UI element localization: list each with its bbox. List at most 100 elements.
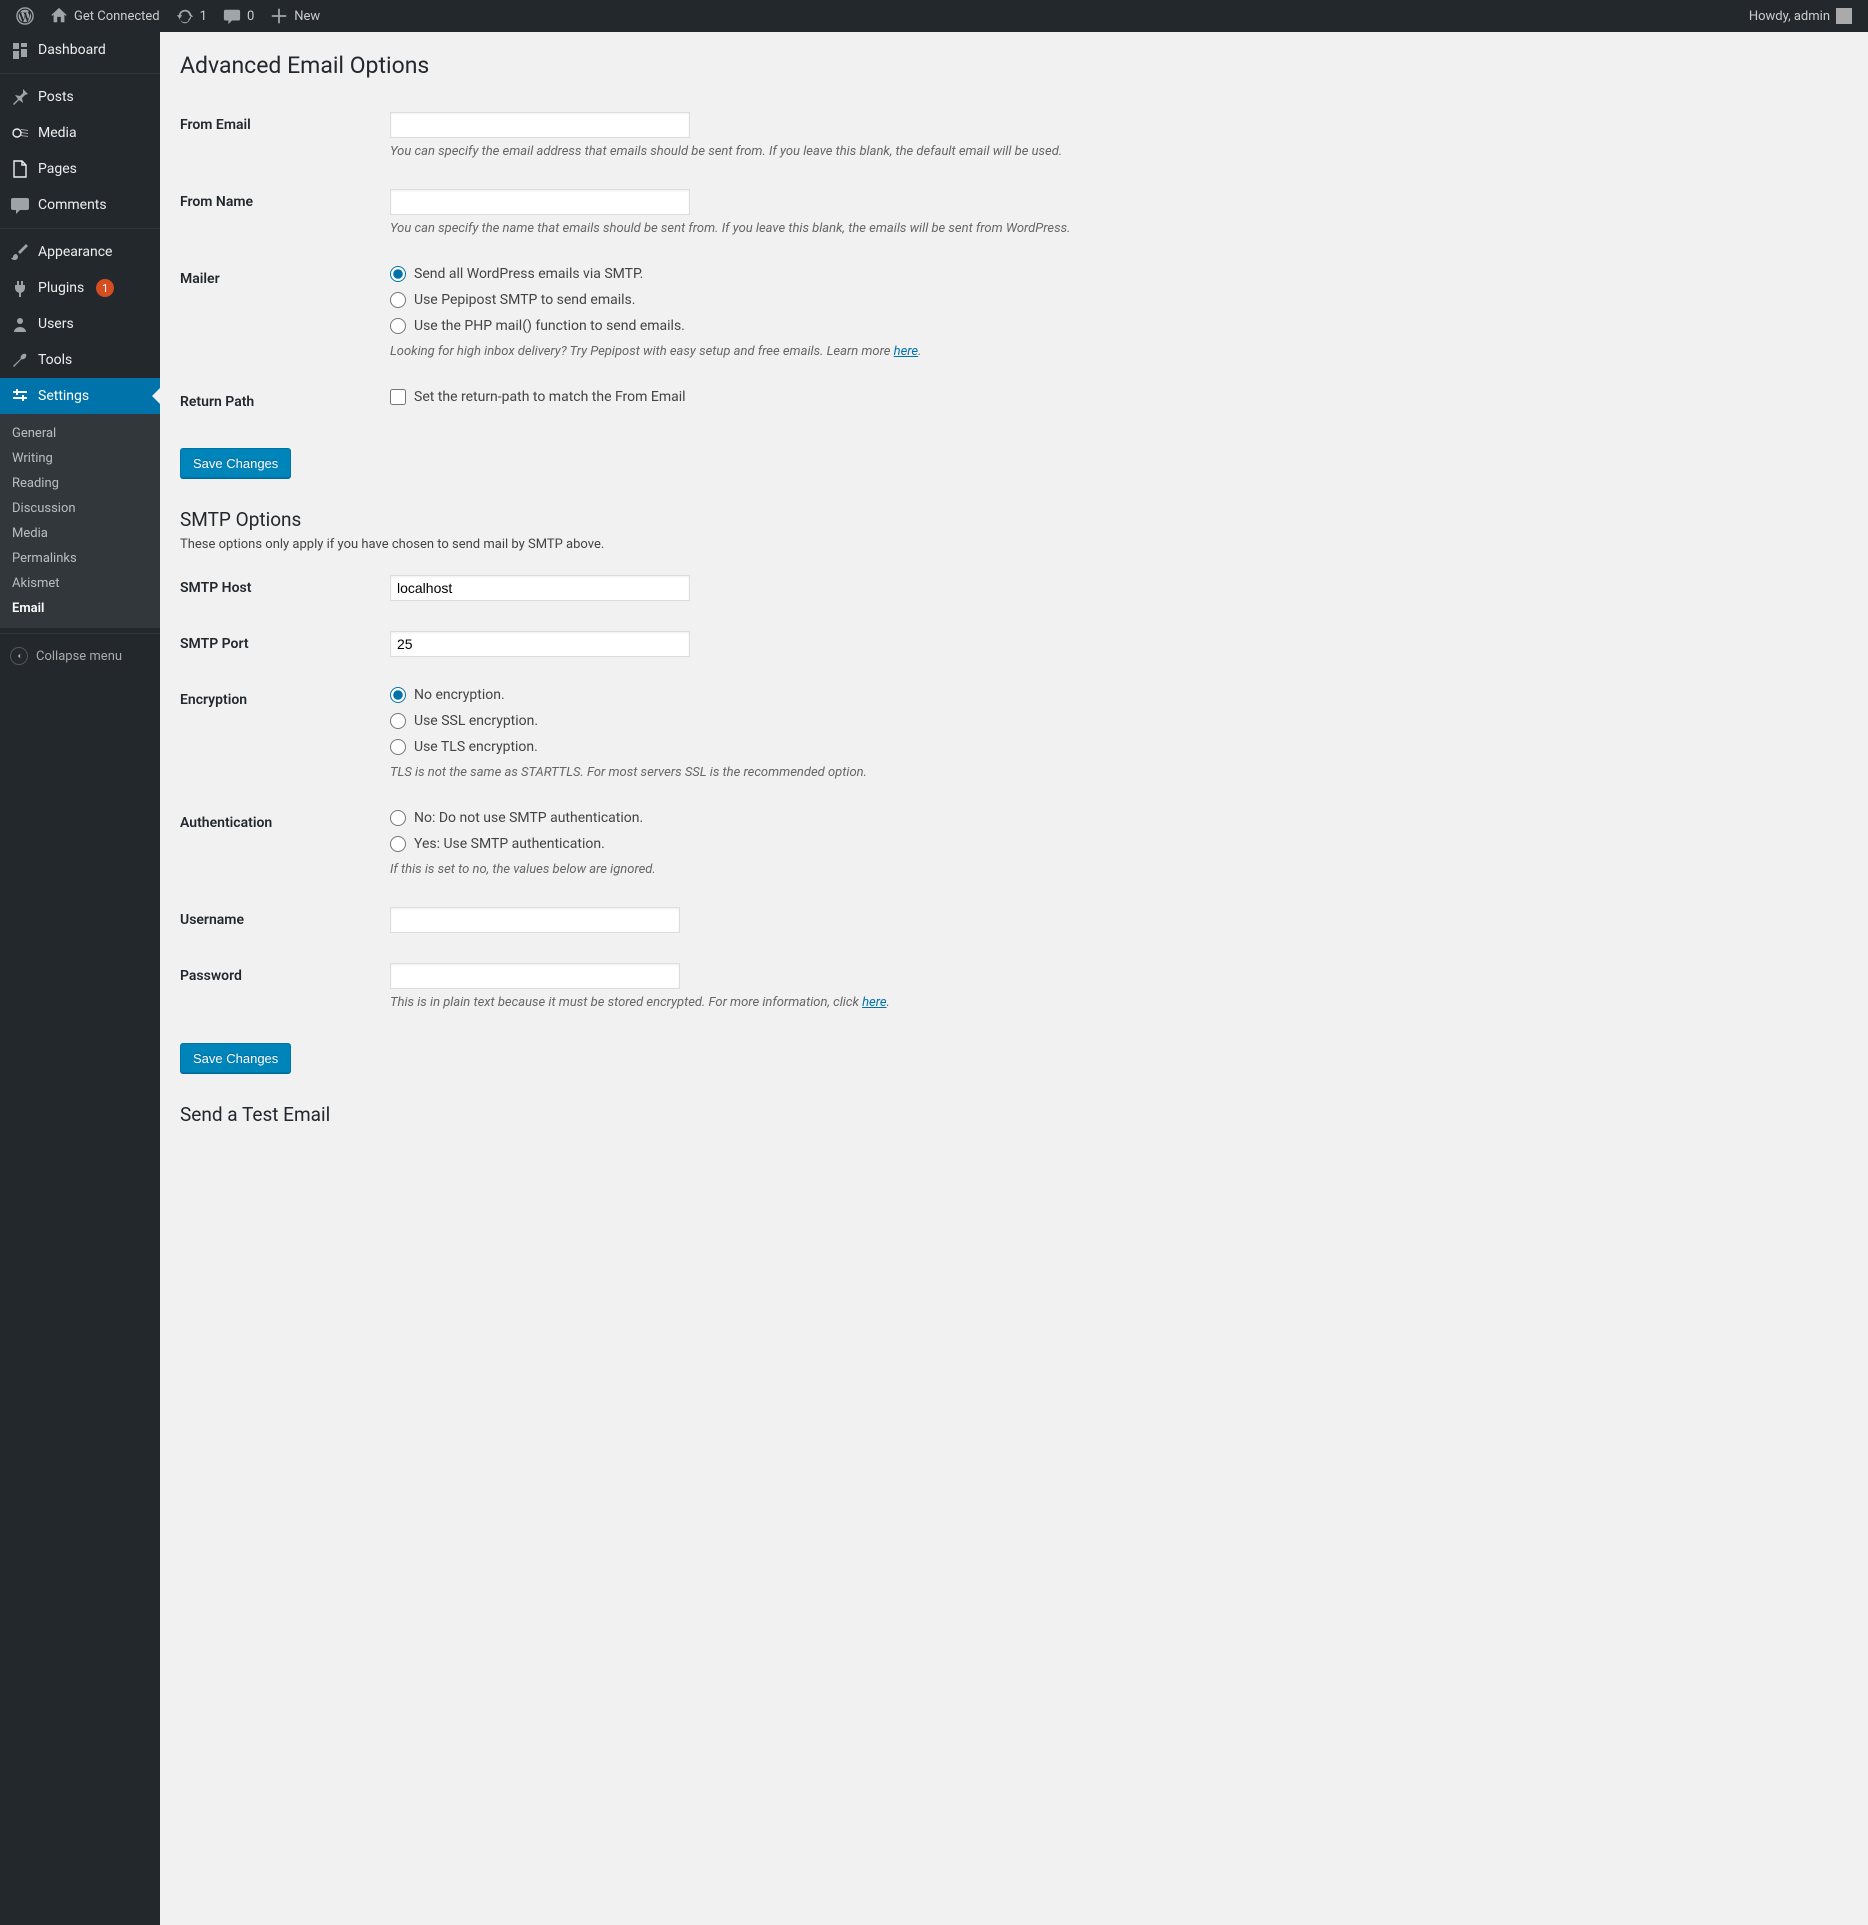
menu-label: Dashboard bbox=[38, 42, 106, 58]
encryption-ssl-radio[interactable] bbox=[390, 713, 406, 729]
menu-settings[interactable]: Settings bbox=[0, 378, 160, 414]
site-name-text: Get Connected bbox=[74, 9, 160, 24]
radio-label: No: Do not use SMTP authentication. bbox=[414, 810, 643, 826]
wp-logo[interactable] bbox=[8, 0, 42, 32]
menu-posts[interactable]: Posts bbox=[0, 79, 160, 115]
submenu-reading[interactable]: Reading bbox=[0, 471, 160, 496]
encryption-ssl-option[interactable]: Use SSL encryption. bbox=[390, 713, 1838, 729]
menu-media[interactable]: Media bbox=[0, 115, 160, 151]
update-badge: 1 bbox=[96, 279, 114, 297]
mailer-phpmail-option[interactable]: Use the PHP mail() function to send emai… bbox=[390, 318, 1838, 334]
radio-label: Use SSL encryption. bbox=[414, 713, 538, 729]
howdy-text: Howdy, admin bbox=[1749, 9, 1830, 24]
username-input[interactable] bbox=[390, 907, 680, 933]
content-area: Advanced Email Options From Email You ca… bbox=[160, 32, 1868, 1925]
brush-icon bbox=[10, 242, 30, 262]
password-desc: This is in plain text because it must be… bbox=[390, 995, 1838, 1010]
menu-label: Comments bbox=[38, 197, 107, 213]
save-button-1[interactable]: Save Changes bbox=[180, 448, 291, 478]
mailer-smtp-radio[interactable] bbox=[390, 266, 406, 282]
menu-tools[interactable]: Tools bbox=[0, 342, 160, 378]
return-path-option[interactable]: Set the return-path to match the From Em… bbox=[390, 389, 1838, 405]
menu-plugins[interactable]: Plugins 1 bbox=[0, 270, 160, 306]
submenu-media[interactable]: Media bbox=[0, 521, 160, 546]
menu-label: Posts bbox=[38, 89, 74, 105]
password-input[interactable] bbox=[390, 963, 680, 989]
auth-no-option[interactable]: No: Do not use SMTP authentication. bbox=[390, 810, 1838, 826]
password-label: Password bbox=[180, 948, 380, 1025]
menu-label: Media bbox=[38, 125, 77, 141]
submenu-akismet[interactable]: Akismet bbox=[0, 571, 160, 596]
collapse-icon bbox=[10, 647, 28, 665]
pin-icon bbox=[10, 87, 30, 107]
submenu-discussion[interactable]: Discussion bbox=[0, 496, 160, 521]
save-button-2[interactable]: Save Changes bbox=[180, 1043, 291, 1073]
username-label: Username bbox=[180, 892, 380, 948]
smtp-host-input[interactable] bbox=[390, 575, 690, 601]
user-icon bbox=[10, 314, 30, 334]
smtp-port-label: SMTP Port bbox=[180, 616, 380, 672]
smtp-options-note: These options only apply if you have cho… bbox=[180, 537, 1848, 552]
menu-pages[interactable]: Pages bbox=[0, 151, 160, 187]
from-email-input[interactable] bbox=[390, 112, 690, 138]
media-icon bbox=[10, 123, 30, 143]
radio-label: Use Pepipost SMTP to send emails. bbox=[414, 292, 635, 308]
comments-link[interactable]: 0 bbox=[215, 0, 262, 32]
refresh-icon bbox=[176, 7, 194, 25]
mailer-phpmail-radio[interactable] bbox=[390, 318, 406, 334]
dashboard-icon bbox=[10, 40, 30, 60]
from-name-desc: You can specify the name that emails sho… bbox=[390, 221, 1838, 236]
submenu-email[interactable]: Email bbox=[0, 596, 160, 621]
auth-desc: If this is set to no, the values below a… bbox=[390, 862, 1838, 877]
sliders-icon bbox=[10, 386, 30, 406]
auth-yes-option[interactable]: Yes: Use SMTP authentication. bbox=[390, 836, 1838, 852]
mailer-label: Mailer bbox=[180, 251, 380, 374]
menu-label: Pages bbox=[38, 161, 77, 177]
mailer-smtp-option[interactable]: Send all WordPress emails via SMTP. bbox=[390, 266, 1838, 282]
menu-label: Tools bbox=[38, 352, 72, 368]
menu-users[interactable]: Users bbox=[0, 306, 160, 342]
from-name-input[interactable] bbox=[390, 189, 690, 215]
radio-label: No encryption. bbox=[414, 687, 505, 703]
smtp-host-label: SMTP Host bbox=[180, 560, 380, 616]
submenu-permalinks[interactable]: Permalinks bbox=[0, 546, 160, 571]
radio-label: Send all WordPress emails via SMTP. bbox=[414, 266, 643, 282]
menu-label: Users bbox=[38, 316, 74, 332]
submenu-general[interactable]: General bbox=[0, 421, 160, 446]
collapse-menu[interactable]: Collapse menu bbox=[0, 639, 160, 673]
auth-no-radio[interactable] bbox=[390, 810, 406, 826]
radio-label: Use TLS encryption. bbox=[414, 739, 538, 755]
my-account-link[interactable]: Howdy, admin bbox=[1741, 0, 1860, 32]
menu-dashboard[interactable]: Dashboard bbox=[0, 32, 160, 68]
menu-label: Settings bbox=[38, 388, 89, 404]
encryption-none-radio[interactable] bbox=[390, 687, 406, 703]
auth-label: Authentication bbox=[180, 795, 380, 892]
send-test-heading: Send a Test Email bbox=[180, 1103, 1848, 1126]
site-name-link[interactable]: Get Connected bbox=[42, 0, 168, 32]
menu-label: Plugins bbox=[38, 280, 84, 296]
encryption-tls-option[interactable]: Use TLS encryption. bbox=[390, 739, 1838, 755]
new-content-link[interactable]: New bbox=[262, 0, 328, 32]
radio-label: Yes: Use SMTP authentication. bbox=[414, 836, 605, 852]
collapse-label: Collapse menu bbox=[36, 649, 122, 664]
mailer-pepipost-radio[interactable] bbox=[390, 292, 406, 308]
radio-label: Use the PHP mail() function to send emai… bbox=[414, 318, 685, 334]
encryption-tls-radio[interactable] bbox=[390, 739, 406, 755]
password-info-link[interactable]: here bbox=[862, 995, 886, 1010]
submenu-writing[interactable]: Writing bbox=[0, 446, 160, 471]
menu-comments[interactable]: Comments bbox=[0, 187, 160, 223]
auth-yes-radio[interactable] bbox=[390, 836, 406, 852]
page-icon bbox=[10, 159, 30, 179]
mailer-learnmore-link[interactable]: here bbox=[894, 344, 918, 359]
encryption-none-option[interactable]: No encryption. bbox=[390, 687, 1838, 703]
updates-link[interactable]: 1 bbox=[168, 0, 215, 32]
mailer-pepipost-option[interactable]: Use Pepipost SMTP to send emails. bbox=[390, 292, 1838, 308]
updates-count: 1 bbox=[200, 9, 207, 24]
return-path-checkbox[interactable] bbox=[390, 389, 406, 405]
plugin-icon bbox=[10, 278, 30, 298]
plus-icon bbox=[270, 7, 288, 25]
menu-appearance[interactable]: Appearance bbox=[0, 234, 160, 270]
menu-label: Appearance bbox=[38, 244, 112, 260]
smtp-port-input[interactable] bbox=[390, 631, 690, 657]
comment-icon bbox=[223, 7, 241, 25]
